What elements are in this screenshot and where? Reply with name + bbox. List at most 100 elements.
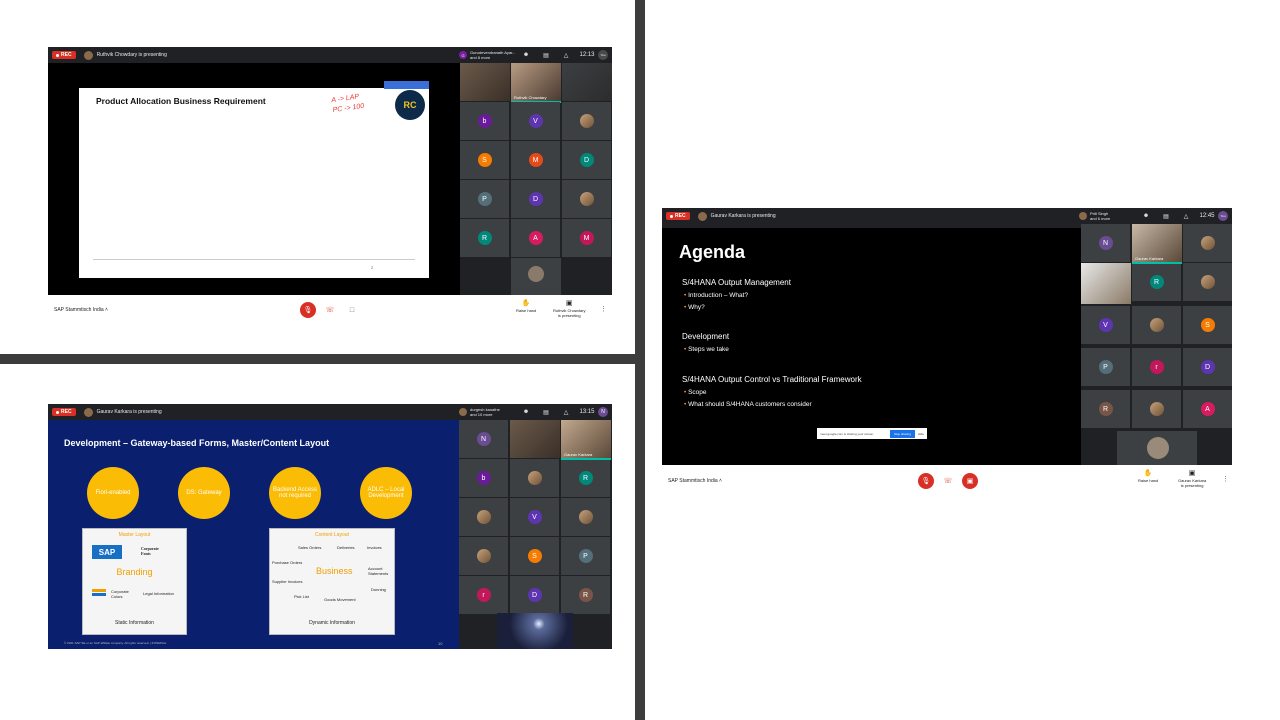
participant-tile[interactable]: P [561,537,610,575]
participant-video [510,420,560,458]
participant-tile[interactable] [1183,224,1232,262]
participant-tile[interactable]: A [511,219,560,257]
participant-tile[interactable] [1183,263,1232,301]
self-avatar: You [598,50,608,60]
participant-tile[interactable]: P [460,180,509,218]
people-icon[interactable]: ☻ [1136,213,1156,219]
hide-button[interactable]: Hide [918,432,924,436]
more-options-icon[interactable]: ⋮ [600,305,607,313]
activities-icon[interactable]: △ [1176,213,1196,220]
meeting-name[interactable]: SAP Stammtisch India ˄ [668,478,722,484]
presenting-button[interactable]: ▣ Ruthvik Chowdary is presenting [553,299,585,318]
chat-icon[interactable]: ▤ [536,409,556,416]
participant-tile[interactable]: M [562,219,611,257]
record-dot-icon [56,410,59,414]
participant-avatar: b [476,471,491,485]
participant-tile[interactable]: D [511,180,560,218]
more-options-icon[interactable]: ⋮ [1222,475,1229,483]
hand-icon: ✋ [521,300,531,307]
participant-tile[interactable]: N [1081,224,1130,262]
self-avatar: N [598,407,608,417]
business-label: Business [316,566,353,576]
participant-tile[interactable]: P [1081,348,1130,386]
participant-tile[interactable]: S [460,141,509,179]
activities-icon[interactable]: △ [556,409,576,416]
participant-tile[interactable] [459,498,508,536]
participant-tile[interactable] [562,180,611,218]
top-bar: REC Gaurav Karkara is presenting Priti S… [662,208,1232,224]
participant-tile[interactable]: S [510,537,559,575]
leave-call-button[interactable]: ☏ [940,473,956,489]
chevron-up-icon[interactable]: ˄ [719,478,722,484]
participant-tile[interactable] [1132,390,1181,428]
feature-circle: ADLC – Local Development [360,467,412,519]
mic-off-button[interactable]: 🎙 [918,473,934,489]
content-item: Supplier Invoices [272,579,303,584]
video-label: Gaurav Karkara [1135,256,1164,261]
meeting-name[interactable]: SAP Stammtisch India ˄ [54,307,108,313]
participant-video [1081,263,1131,304]
participant-tile[interactable]: D [510,576,559,614]
leave-call-button[interactable]: ☏ [322,302,338,318]
participant-tile[interactable]: N [459,420,508,458]
participant-avatar: D [527,588,542,602]
static-info: Static Information [115,620,154,626]
bullet-icon: • [684,389,687,396]
presenting-button[interactable]: ▣ Gaurav Karkara is presenting [1178,469,1206,488]
participant-tile[interactable]: D [1183,348,1232,386]
section-heading: S/4HANA Output Control vs Traditional Fr… [682,375,862,384]
bottom-video [1117,431,1197,465]
participant-tile[interactable]: M [511,141,560,179]
participant-tile[interactable]: r [459,576,508,614]
participant-tile[interactable]: S [1183,306,1232,344]
participant-tile[interactable]: V [511,102,560,140]
agenda-section: Development • Steps we take [682,332,729,356]
participant-tile[interactable]: A [1183,390,1232,428]
participant-video [562,63,612,101]
chat-icon[interactable]: ▤ [536,52,556,59]
participant-tile[interactable] [1132,306,1181,344]
slide-title: Product Allocation Business Requirement [96,96,266,106]
people-icon[interactable]: ☻ [516,409,536,415]
participant-tile[interactable]: b [459,459,508,497]
chevron-up-icon[interactable]: ˄ [105,307,108,313]
self-avatar: You [1218,211,1228,221]
stop-sharing-button[interactable]: Stop sharing [889,429,915,438]
participants-summary[interactable]: Priti Singh and 6 more [1090,211,1136,221]
slide-title: Development – Gateway-based Forms, Maste… [64,438,330,448]
participants-summary[interactable]: durgesh kanathe and 10 more [470,407,516,417]
raise-hand-button[interactable]: ✋ Raise hand [1138,469,1158,483]
participant-tile[interactable]: R [1081,390,1130,428]
participant-tile[interactable]: D [562,141,611,179]
participant-tile[interactable] [510,459,559,497]
content-item: Sales Orders [298,545,322,550]
presenting-label: Gaurav Karkara is presenting [710,213,776,219]
people-icon[interactable]: ☻ [516,52,536,58]
participant-avatar [1079,212,1087,220]
mic-off-button[interactable]: 🎙 [300,302,316,318]
participant-tile[interactable] [561,498,610,536]
participant-tile[interactable]: V [1081,306,1130,344]
participant-avatar: M [579,231,594,245]
participant-tile[interactable]: V [510,498,559,536]
participant-tile[interactable]: R [561,459,610,497]
participant-tile[interactable]: R [1132,263,1181,301]
camera-off-button[interactable]: ▣ [962,473,978,489]
activities-icon[interactable]: △ [556,52,576,59]
participant-tile[interactable] [459,537,508,575]
feature-circle: Backend Access not required [269,467,321,519]
record-dot-icon [56,53,59,57]
camera-button[interactable]: □ [344,302,360,318]
presenter-video: Gaurav Karkara [561,420,611,460]
participants-summary[interactable]: Gurudevendranath Ayar... and 8 more [470,50,516,60]
participant-tile[interactable]: R [561,576,610,614]
meeting-name-text: SAP Stammtisch India [54,307,104,313]
participant-tile[interactable]: r [1132,348,1181,386]
participant-tile[interactable]: b [460,102,509,140]
participant-avatar: b [477,114,492,128]
participant-tile[interactable] [562,102,611,140]
meet-window-3: REC Gaurav Karkara is presenting Priti S… [662,208,1232,497]
raise-hand-button[interactable]: ✋ Raise hand [516,299,536,313]
chat-icon[interactable]: ▤ [1156,213,1176,220]
participant-tile[interactable]: R [460,219,509,257]
